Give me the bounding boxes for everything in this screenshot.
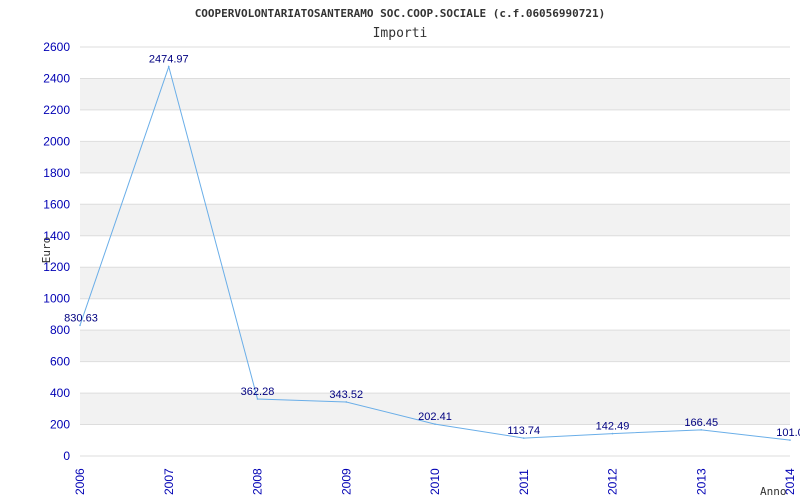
- grid-band: [80, 204, 790, 236]
- grid-band: [80, 330, 790, 362]
- y-tick-label: 2400: [43, 71, 70, 85]
- data-point: [611, 432, 614, 435]
- y-tick-label: 2600: [43, 40, 70, 54]
- data-label: 343.52: [329, 389, 363, 401]
- data-point: [700, 429, 703, 431]
- x-tick-label: 2007: [162, 468, 176, 495]
- y-tick-label: 200: [50, 418, 70, 432]
- series-line: [79, 64, 791, 441]
- y-tick-label: 400: [50, 386, 70, 400]
- y-tick-label: 2200: [43, 103, 70, 117]
- x-tick-label: 2012: [606, 468, 620, 495]
- x-tick-label: 2008: [251, 468, 265, 495]
- data-point: [345, 401, 348, 403]
- data-point: [789, 439, 791, 441]
- x-tick-label: 2006: [73, 468, 87, 495]
- series-line-group: [79, 64, 791, 441]
- data-point: [79, 324, 81, 327]
- x-tick-label: 2013: [694, 468, 708, 495]
- y-axis-label: Euro: [40, 237, 53, 264]
- chart-title: COOPERVOLONTARIATOSANTERAMO SOC.COOP.SOC…: [195, 7, 606, 20]
- y-tick-label: 1000: [43, 292, 70, 306]
- data-point: [522, 437, 525, 439]
- data-labels: 830.63 2474.97 362.28 343.52 202.41 113.74 142…: [64, 54, 800, 439]
- data-label: 830.63: [64, 312, 98, 324]
- grid-band: [80, 267, 790, 299]
- data-label: 101.0: [776, 427, 800, 439]
- plot-background-bands: [80, 78, 790, 425]
- data-point: [167, 65, 170, 68]
- grid-band: [80, 141, 790, 173]
- data-label: 202.41: [418, 411, 452, 423]
- y-tick-label: 0: [63, 449, 70, 463]
- y-tick-label: 800: [50, 323, 70, 337]
- chart-subtitle: Importi: [373, 26, 428, 41]
- x-tick-label: 2010: [428, 468, 442, 495]
- data-point: [256, 398, 259, 400]
- y-tick-label: 1600: [43, 197, 70, 211]
- x-tick-label: 2009: [339, 468, 353, 495]
- data-label: 113.74: [507, 425, 540, 437]
- data-label: 362.28: [241, 386, 275, 398]
- line-chart: 0200400600800100012001400160018002000220…: [40, 7, 800, 498]
- data-label: 2474.97: [149, 54, 189, 66]
- y-tick-label: 2000: [43, 134, 70, 148]
- y-tick-label: 600: [50, 355, 70, 369]
- x-tick-labels: 2006 2007 2008 2009 2010 2011 2012 2013 2014: [73, 468, 797, 495]
- x-axis-label: Anno: [760, 485, 787, 498]
- x-tick-label: 2011: [517, 469, 531, 495]
- data-point: [434, 423, 436, 425]
- y-tick-label: 1800: [43, 166, 70, 180]
- grid-band: [80, 78, 790, 110]
- data-label: 142.49: [596, 421, 630, 433]
- data-label: 166.45: [684, 417, 718, 429]
